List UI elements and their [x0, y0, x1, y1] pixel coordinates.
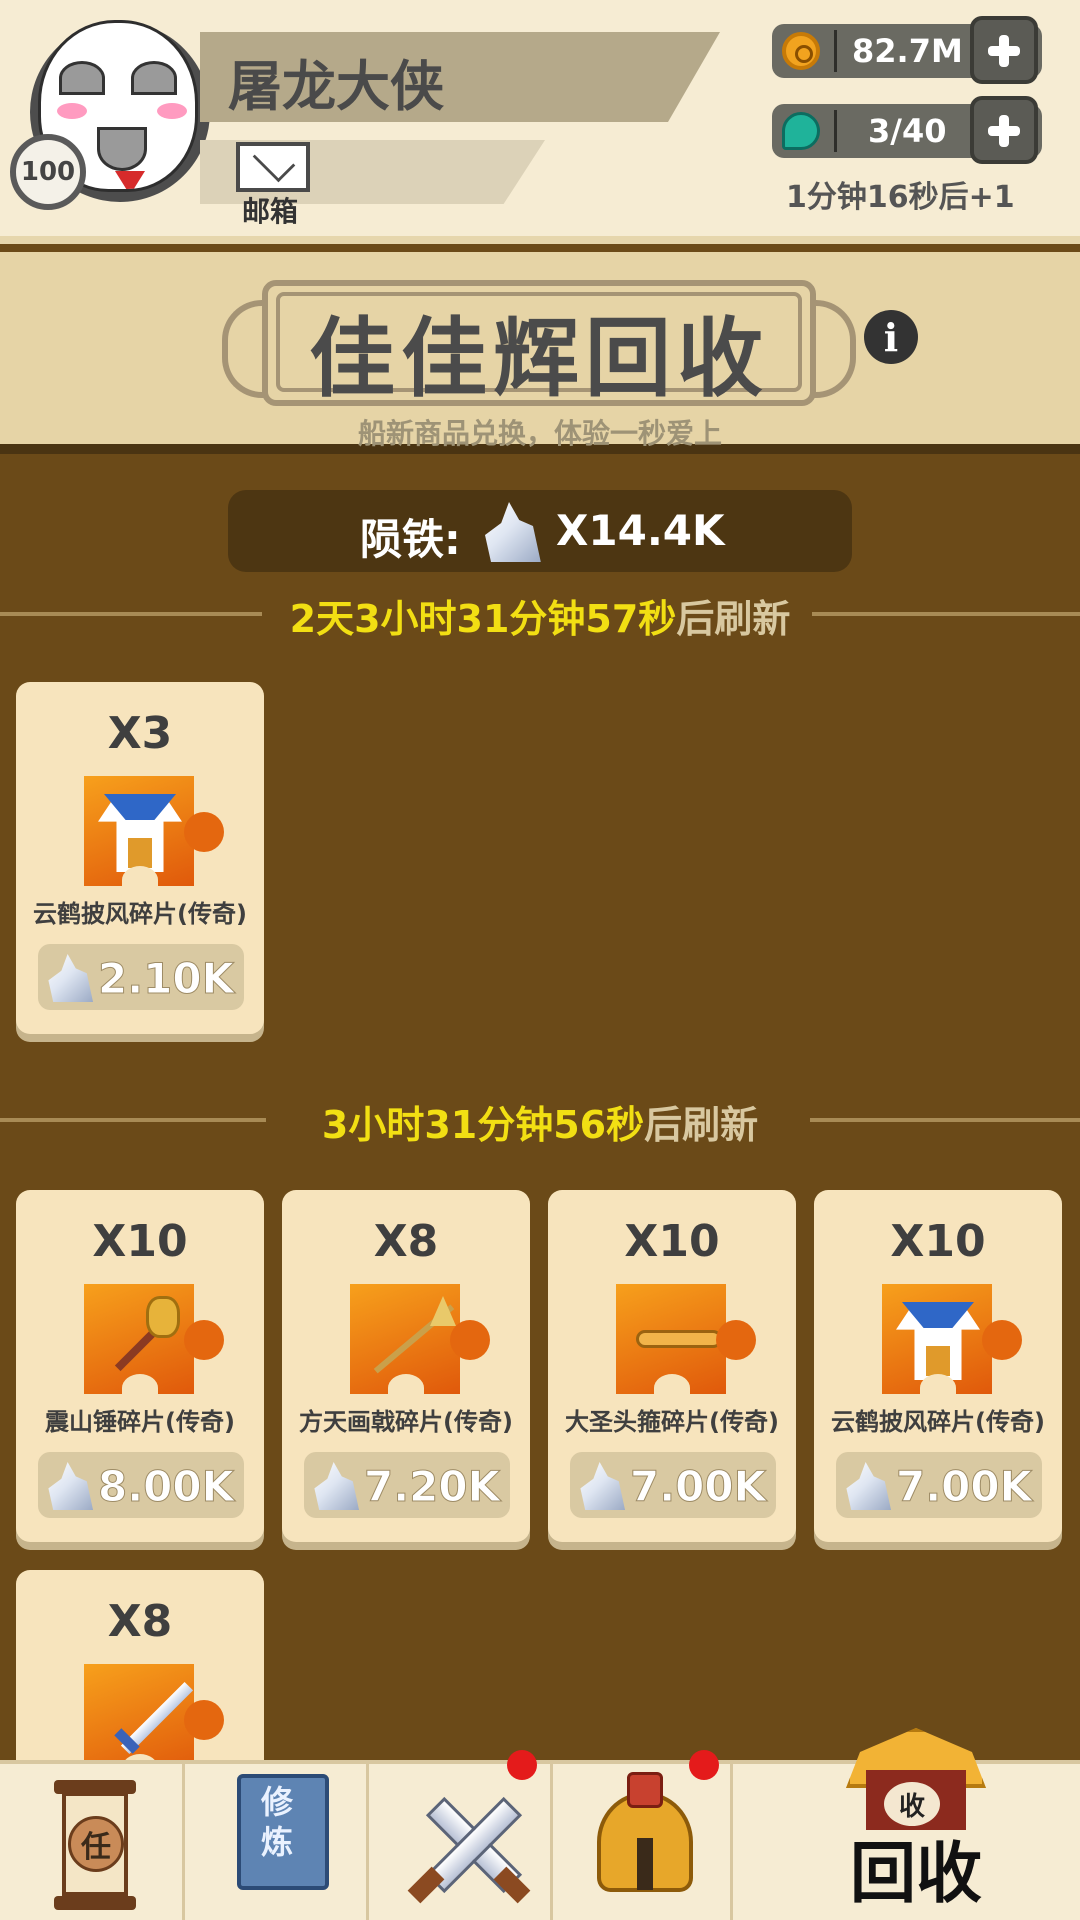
add-coins-button[interactable] — [970, 16, 1038, 84]
fragment-puzzle-icon — [84, 1664, 224, 1782]
item-price[interactable]: 7.20K — [304, 1452, 510, 1518]
item-quantity: X8 — [373, 1216, 439, 1267]
nav-cultivate-glyph: 修炼 — [260, 1783, 293, 1861]
crossed-swords-icon — [407, 1784, 531, 1904]
nav-cultivate[interactable]: 修炼 — [185, 1764, 369, 1920]
item-price-value: 2.10K — [97, 954, 235, 1004]
energy-gem-icon — [782, 112, 820, 150]
item-price-value: 7.00K — [629, 1462, 767, 1512]
notification-dot — [507, 1750, 537, 1780]
item-name: 震山锤碎片(传奇) — [45, 1408, 235, 1436]
nav-tasks-glyph: 任 — [68, 1816, 124, 1872]
level-badge: 100 — [10, 134, 86, 210]
item-card[interactable]: X10 云鹤披风碎片(传奇) 7.00K — [814, 1190, 1062, 1542]
item-price[interactable]: 8.00K — [38, 1452, 244, 1518]
item-quantity: X10 — [890, 1216, 986, 1267]
add-energy-button[interactable] — [970, 96, 1038, 164]
item-card[interactable]: X10 大圣头箍碎片(传奇) 7.00K — [548, 1190, 796, 1542]
robe-icon — [896, 1296, 980, 1380]
mailbox-button[interactable]: 邮箱 — [232, 140, 316, 228]
envelope-icon — [236, 142, 310, 192]
mailbox-label: 邮箱 — [242, 195, 299, 228]
item-price[interactable]: 7.00K — [836, 1452, 1042, 1518]
item-price[interactable]: 2.10K — [38, 944, 244, 1010]
item-price-value: 7.00K — [895, 1462, 1033, 1512]
meteorite-balance: 陨铁: X14.4K — [228, 490, 852, 572]
meteorite-crystal-icon — [314, 1462, 360, 1510]
robe-icon — [98, 788, 182, 872]
refresh-divider: 3小时31分钟56秒后刷新 — [0, 1094, 1080, 1147]
item-price[interactable]: 7.00K — [570, 1452, 776, 1518]
coin-value: 82.7M — [852, 32, 963, 70]
meteorite-crystal-icon — [48, 1462, 94, 1510]
nav-equipment[interactable] — [553, 1750, 733, 1920]
item-name: 方天画戟碎片(传奇) — [299, 1408, 513, 1436]
balance-label: 陨铁: — [360, 515, 461, 564]
item-name: 云鹤披风碎片(传奇) — [831, 1408, 1045, 1436]
fragment-puzzle-icon — [84, 776, 224, 894]
item-quantity: X10 — [624, 1216, 720, 1267]
sword-icon — [98, 1676, 194, 1760]
meteorite-crystal-icon — [48, 954, 94, 1002]
headband-icon — [630, 1296, 722, 1380]
item-name: 大圣头箍碎片(传奇) — [565, 1408, 779, 1436]
item-quantity: X8 — [107, 1596, 173, 1647]
shop-title: 佳佳辉回收 — [309, 309, 769, 409]
fragment-puzzle-icon — [616, 1284, 756, 1402]
nav-recycle-label: 回收 — [850, 1835, 982, 1912]
player-name: 屠龙大侠 — [228, 55, 444, 118]
energy-regen-timer: 1分钟16秒后+1 — [786, 180, 1015, 215]
item-card[interactable]: X10 震山锤碎片(传奇) 8.00K — [16, 1190, 264, 1542]
meteorite-crystal-icon — [846, 1462, 892, 1510]
coin-icon — [782, 32, 820, 70]
notification-dot — [689, 1750, 719, 1780]
shop-subtitle: 船新商品兑换，体验一秒爱上 — [357, 417, 722, 450]
meteorite-crystal-icon — [580, 1462, 626, 1510]
avatar[interactable]: 100 — [10, 14, 216, 214]
fragment-puzzle-icon — [882, 1284, 1022, 1402]
nav-tasks[interactable]: 任 — [0, 1764, 185, 1920]
refresh-timer: 2天3小时31分钟57秒 — [289, 597, 677, 641]
refresh-timer: 3小时31分钟56秒 — [321, 1103, 645, 1147]
nav-battle[interactable] — [369, 1750, 553, 1920]
refresh-divider: 2天3小时31分钟57秒后刷新 — [0, 588, 1080, 641]
info-icon[interactable]: i — [864, 310, 918, 364]
spear-icon — [364, 1296, 456, 1380]
meteorite-crystal-icon — [485, 502, 541, 562]
refresh-suffix: 后刷新 — [644, 1103, 759, 1147]
item-price-value: 8.00K — [97, 1462, 235, 1512]
item-price-value: 7.20K — [363, 1462, 501, 1512]
item-card[interactable]: X8 方天画戟碎片(传奇) 7.20K — [282, 1190, 530, 1542]
item-quantity: X10 — [92, 1216, 188, 1267]
item-name: 云鹤披风碎片(传奇) — [33, 900, 247, 928]
energy-value: 3/40 — [868, 112, 947, 150]
fragment-puzzle-icon — [350, 1284, 490, 1402]
hammer-icon — [98, 1296, 182, 1380]
refresh-suffix: 后刷新 — [676, 597, 791, 641]
item-quantity: X3 — [107, 708, 173, 759]
item-card[interactable]: X3 云鹤披风碎片(传奇) 2.10K — [16, 682, 264, 1034]
balance-value: X14.4K — [556, 506, 725, 555]
fragment-puzzle-icon — [84, 1284, 224, 1402]
